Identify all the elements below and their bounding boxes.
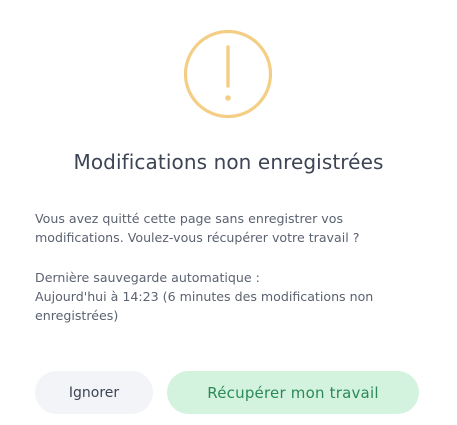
recover-work-button[interactable]: Récupérer mon travail	[167, 371, 419, 414]
dialog-title: Modifications non enregistrées	[73, 150, 384, 174]
autosave-detail: Aujourd'hui à 14:23 (6 minutes des modif…	[35, 289, 374, 323]
dialog-message: Vous avez quitté cette page sans enregis…	[35, 211, 360, 245]
autosave-label: Dernière sauvegarde automatique :	[35, 270, 260, 285]
exclamation-circle-icon	[183, 29, 273, 119]
unsaved-changes-dialog: Modifications non enregistrées Vous avez…	[0, 0, 457, 425]
ignore-button[interactable]: Ignorer	[35, 371, 153, 414]
